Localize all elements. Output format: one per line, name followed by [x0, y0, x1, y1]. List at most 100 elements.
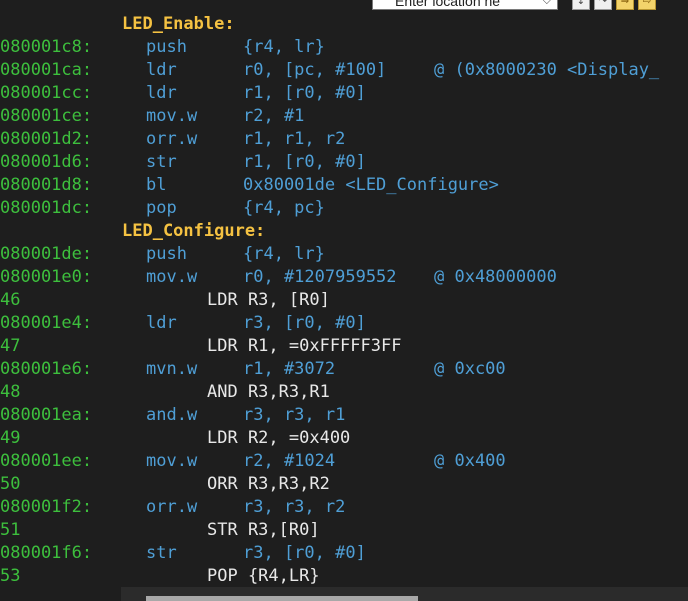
source-line-number: 46	[0, 290, 21, 310]
instruction-operands: r3, [r0, #0]	[243, 313, 366, 333]
instruction-address: 080001e4:	[0, 313, 93, 333]
step-into-icon[interactable]: ↓	[572, 0, 590, 10]
source-line-row[interactable]: 53 POP {R4,LR}	[0, 565, 688, 588]
source-line-text: AND R3,R3,R1	[207, 382, 330, 402]
instruction-address: 080001e6:	[0, 359, 93, 379]
instruction-operands: r3, r3, r2	[243, 497, 346, 517]
instruction-mnemonic: mov.w	[146, 451, 198, 471]
instruction-address: 080001ca:	[0, 60, 93, 80]
instruction-mnemonic: mov.w	[146, 267, 198, 287]
function-label-row[interactable]: LED_Enable:	[0, 13, 688, 36]
instruction-operands: {r4, pc}	[243, 198, 325, 218]
instruction-mnemonic: mvn.w	[146, 359, 198, 379]
instruction-operands: {r4, lr}	[243, 244, 325, 264]
instruction-operands: r3, [r0, #0]	[243, 543, 366, 563]
source-line-text: LDR R3, [R0]	[207, 290, 330, 310]
instruction-address: 080001c8:	[0, 37, 93, 57]
instruction-comment: @ 0x400	[434, 451, 506, 471]
instruction-comment: @ 0x48000000	[434, 267, 557, 287]
source-line-row[interactable]: 49 LDR R2, =0x400	[0, 427, 688, 450]
instruction-address: 080001dc:	[0, 198, 93, 218]
horizontal-scrollbar[interactable]	[121, 587, 688, 601]
instruction-row[interactable]: 080001d2: orr.w r1, r1, r2	[0, 128, 688, 151]
instruction-address: 080001ee:	[0, 451, 93, 471]
instruction-mnemonic: push	[146, 244, 187, 264]
instruction-row[interactable]: 080001ce: mov.w r2, #1	[0, 105, 688, 128]
source-line-number: 50	[0, 474, 21, 494]
source-line-text: LDR R2, =0x400	[207, 428, 351, 448]
instruction-row[interactable]: 080001ca: ldr r0, [pc, #100] @ (0x8000230 <…	[0, 59, 688, 82]
instruction-row[interactable]: 080001de: push {r4, lr}	[0, 243, 688, 266]
source-line-number: 49	[0, 428, 21, 448]
location-input[interactable]: Enter location he ⌵	[372, 0, 558, 10]
instruction-address: 080001d6:	[0, 152, 93, 172]
instruction-operands: r1, [r0, #0]	[243, 152, 366, 172]
instruction-mnemonic: orr.w	[146, 129, 198, 149]
instruction-row[interactable]: 080001dc: pop {r4, pc}	[0, 197, 688, 220]
instruction-mnemonic: and.w	[146, 405, 198, 425]
instruction-operands: r1, #3072	[243, 359, 336, 379]
instruction-address: 080001e0:	[0, 267, 93, 287]
instruction-row[interactable]: 080001c8: push {r4, lr}	[0, 36, 688, 59]
source-line-row[interactable]: 51 STR R3,[R0]	[0, 519, 688, 542]
instruction-comment: @ 0xc00	[434, 359, 506, 379]
source-line-number: 53	[0, 566, 21, 586]
function-label: LED_Configure:	[122, 221, 266, 241]
source-line-number: 47	[0, 336, 21, 356]
source-line-number: 51	[0, 520, 21, 540]
source-line-row[interactable]: 50 ORR R3,R3,R2	[0, 473, 688, 496]
instruction-operands: r3, r3, r1	[243, 405, 346, 425]
instruction-address: 080001ce:	[0, 106, 93, 126]
instruction-address: 080001d8:	[0, 175, 93, 195]
instruction-row[interactable]: 080001f6: str r3, [r0, #0]	[0, 542, 688, 565]
instruction-row[interactable]: 080001e4: ldr r3, [r0, #0]	[0, 312, 688, 335]
instruction-row[interactable]: 080001e6: mvn.w r1, #3072 @ 0xc00	[0, 358, 688, 381]
instruction-row[interactable]: 080001f2: orr.w r3, r3, r2	[0, 496, 688, 519]
instruction-mnemonic: ldr	[146, 83, 177, 103]
disassembly-view[interactable]: LED_Enable: 080001c8: push {r4, lr} 080001ca…	[0, 13, 688, 588]
source-line-number: 48	[0, 382, 21, 402]
instruction-mnemonic: ldr	[146, 60, 177, 80]
source-line-row[interactable]: 46 LDR R3, [R0]	[0, 289, 688, 312]
instruction-operands: r1, r1, r2	[243, 129, 346, 149]
source-line-text: LDR R1, =0xFFFFF3FF	[207, 336, 402, 356]
instruction-mnemonic: bl	[146, 175, 167, 195]
instruction-address: 080001f6:	[0, 543, 93, 563]
instruction-address: 080001d2:	[0, 129, 93, 149]
instruction-operands: 0x80001de <LED_Configure>	[243, 175, 499, 195]
chevron-down-icon[interactable]: ⌵	[543, 0, 551, 9]
instruction-address: 080001ea:	[0, 405, 93, 425]
source-line-text: ORR R3,R3,R2	[207, 474, 330, 494]
source-line-row[interactable]: 48 AND R3,R3,R1	[0, 381, 688, 404]
instruction-mnemonic: str	[146, 152, 177, 172]
instruction-row[interactable]: 080001cc: ldr r1, [r0, #0]	[0, 82, 688, 105]
instruction-mnemonic: pop	[146, 198, 177, 218]
instruction-address: 080001f2:	[0, 497, 93, 517]
step-instruction-icon[interactable]: ⇨	[638, 0, 656, 10]
instruction-mnemonic: mov.w	[146, 106, 198, 126]
location-placeholder: Enter location he	[395, 0, 501, 9]
instruction-mnemonic: str	[146, 543, 177, 563]
source-line-text: POP {R4,LR}	[207, 566, 320, 586]
function-label-row[interactable]: LED_Configure:	[0, 220, 688, 243]
scrollbar-thumb[interactable]	[146, 596, 418, 601]
instruction-comment: @ (0x8000230 <Display_	[434, 60, 660, 80]
next-instruction-icon[interactable]: ⇒	[616, 0, 634, 10]
instruction-operands: r2, #1	[243, 106, 305, 126]
instruction-row[interactable]: 080001e0: mov.w r0, #1207959552 @ 0x4800000…	[0, 266, 688, 289]
instruction-row[interactable]: 080001d6: str r1, [r0, #0]	[0, 151, 688, 174]
source-line-text: STR R3,[R0]	[207, 520, 320, 540]
source-line-row[interactable]: 47 LDR R1, =0xFFFFF3FF	[0, 335, 688, 358]
instruction-mnemonic: push	[146, 37, 187, 57]
step-over-icon[interactable]: ↷	[594, 0, 612, 10]
instruction-operands: r2, #1024	[243, 451, 336, 471]
disassembly-toolbar: Enter location he ⌵ ↓ ↷ ⇒ ⇨	[0, 0, 688, 10]
instruction-operands: r0, #1207959552	[243, 267, 397, 287]
function-label: LED_Enable:	[122, 14, 235, 34]
instruction-row[interactable]: 080001d8: bl 0x80001de <LED_Configure>	[0, 174, 688, 197]
instruction-row[interactable]: 080001ea: and.w r3, r3, r1	[0, 404, 688, 427]
instruction-operands: r0, [pc, #100]	[243, 60, 387, 80]
instruction-mnemonic: orr.w	[146, 497, 198, 517]
instruction-row[interactable]: 080001ee: mov.w r2, #1024 @ 0x400	[0, 450, 688, 473]
instruction-operands: r1, [r0, #0]	[243, 83, 366, 103]
